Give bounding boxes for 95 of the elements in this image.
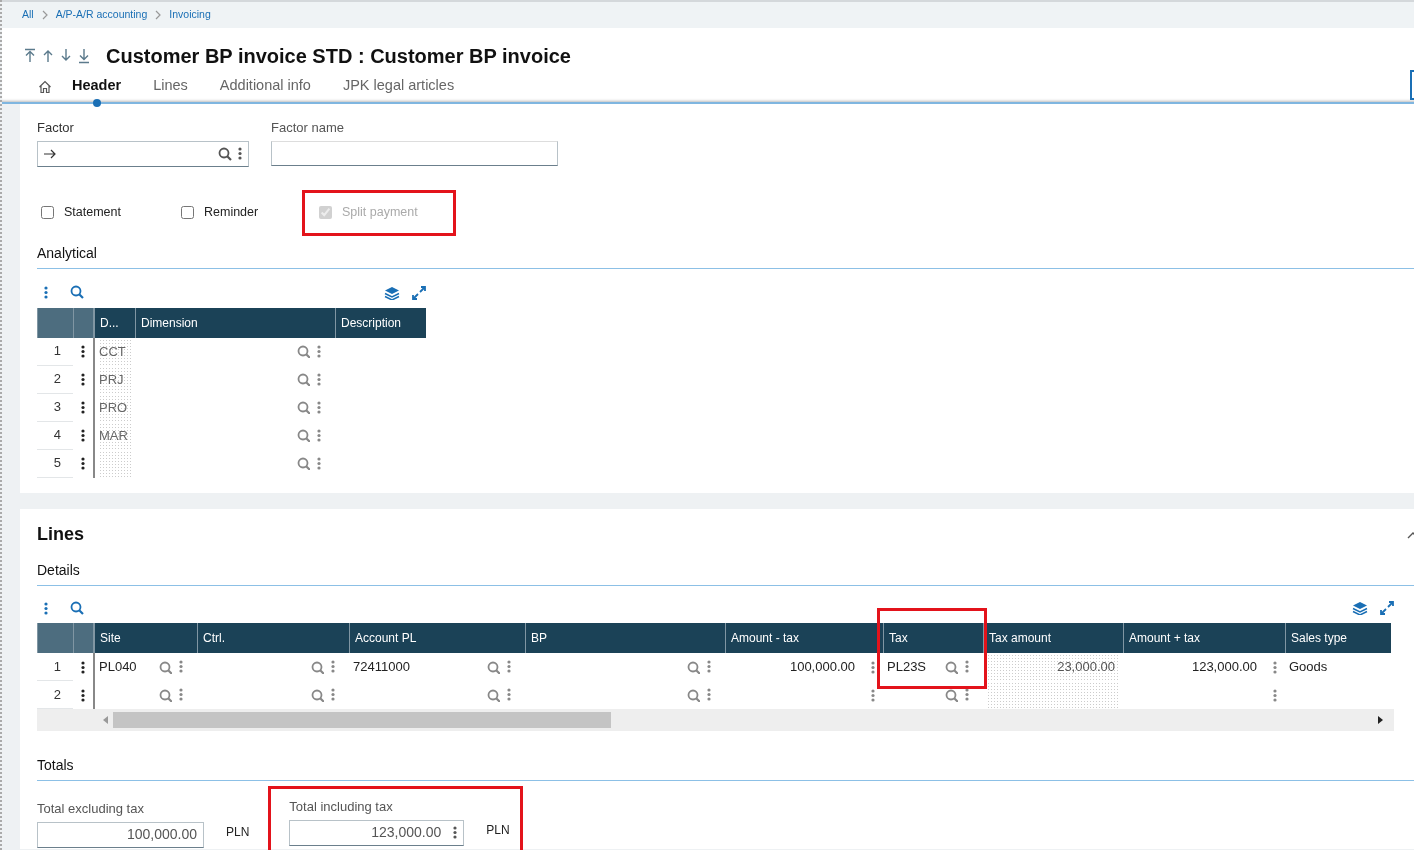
column-header[interactable]: D... xyxy=(93,307,135,338)
readonly-cell: CCT xyxy=(99,338,131,365)
readonly-cell: MAR xyxy=(99,422,131,449)
factor-field[interactable] xyxy=(37,140,249,167)
field-label: Total including tax xyxy=(289,798,394,816)
expand-icon[interactable] xyxy=(412,285,426,300)
more-icon[interactable] xyxy=(81,429,85,442)
column-header[interactable]: Sales type xyxy=(1285,623,1391,653)
scrollbar[interactable] xyxy=(37,709,1394,731)
row-number: 1 xyxy=(37,653,73,681)
row-number: 5 xyxy=(37,449,73,478)
field-label: Factor xyxy=(37,119,75,137)
section-title: Totals xyxy=(37,757,74,773)
chevron-right-icon xyxy=(155,10,162,20)
search-icon[interactable] xyxy=(297,345,310,358)
table-cell-text: 123,000.00 xyxy=(1191,658,1257,677)
search-icon[interactable] xyxy=(311,688,324,702)
column-header[interactable]: Ctrl. xyxy=(197,623,349,653)
tab[interactable]: Lines xyxy=(153,75,188,107)
breadcrumb-link[interactable]: Invoicing xyxy=(169,7,211,23)
checkbox[interactable] xyxy=(181,206,194,219)
tab[interactable]: Additional info xyxy=(219,75,311,107)
search-icon[interactable] xyxy=(159,660,172,674)
search-icon[interactable] xyxy=(297,457,310,470)
search-icon[interactable] xyxy=(159,688,172,702)
section-title: Analytical xyxy=(37,244,97,261)
column-header[interactable]: Account PL xyxy=(349,623,525,653)
last-record-icon[interactable] xyxy=(78,48,90,64)
factor-name-field[interactable] xyxy=(271,140,558,166)
section-heading: Lines xyxy=(37,523,85,546)
tab[interactable]: Header xyxy=(72,75,122,107)
checkbox-label: Statement xyxy=(64,204,121,222)
search-icon[interactable] xyxy=(70,600,85,616)
search-icon[interactable] xyxy=(945,660,958,674)
table-cell-text: PL23S xyxy=(887,658,927,677)
column-header[interactable]: Site xyxy=(93,623,197,653)
section-title: Details xyxy=(37,562,80,578)
home-icon[interactable] xyxy=(38,80,52,94)
up-arrow-icon[interactable] xyxy=(42,48,54,64)
first-record-icon[interactable] xyxy=(24,48,36,64)
row-number: 3 xyxy=(37,393,73,422)
breadcrumb-link[interactable]: A/P-A/R accounting xyxy=(55,7,148,23)
table-cell-text: Goods xyxy=(1289,658,1328,677)
tab[interactable]: JPK legal articles xyxy=(342,75,455,107)
search-icon[interactable] xyxy=(487,688,500,702)
more-icon[interactable] xyxy=(81,457,85,470)
layers-icon[interactable] xyxy=(1352,601,1368,615)
search-icon[interactable] xyxy=(945,688,958,702)
row-number: 2 xyxy=(37,365,73,394)
row-number: 1 xyxy=(37,337,73,366)
search-icon[interactable] xyxy=(70,285,85,300)
expand-icon[interactable] xyxy=(1380,601,1394,615)
more-icon[interactable] xyxy=(81,345,85,358)
field-label: Factor name xyxy=(271,119,345,137)
search-icon[interactable] xyxy=(218,146,232,161)
more-icon[interactable] xyxy=(453,826,458,839)
search-icon[interactable] xyxy=(311,660,324,674)
checkbox-label: Split payment xyxy=(342,204,418,222)
more-icon[interactable] xyxy=(81,373,85,386)
readonly-cell: PRJ xyxy=(99,366,131,393)
search-icon[interactable] xyxy=(487,660,500,674)
field-label: Total excluding tax xyxy=(37,800,145,818)
arrow-right-icon xyxy=(44,148,56,159)
column-header[interactable]: Dimension xyxy=(135,307,335,338)
checkbox[interactable] xyxy=(41,206,54,219)
more-icon[interactable] xyxy=(238,147,242,160)
column-header[interactable]: BP xyxy=(525,623,725,653)
column-header[interactable]: Tax xyxy=(883,623,983,653)
table-cell-text: 100,000.00 xyxy=(789,658,855,677)
row-number: 4 xyxy=(37,421,73,450)
field-value: 123,000.00 xyxy=(371,823,442,842)
readonly-cell: PRO xyxy=(99,394,131,421)
page-title: Customer BP invoice STD : Customer BP invoice xyxy=(106,44,571,68)
more-icon[interactable] xyxy=(81,401,85,414)
readonly-cell: 23,000.00 xyxy=(987,654,1119,680)
field-value: 100,000.00 xyxy=(126,825,197,844)
breadcrumb-link[interactable]: All xyxy=(22,7,34,23)
column-header[interactable]: Description xyxy=(335,307,426,338)
search-icon[interactable] xyxy=(297,401,310,414)
search-icon[interactable] xyxy=(297,429,310,442)
search-icon[interactable] xyxy=(297,373,310,386)
search-icon[interactable] xyxy=(687,688,700,702)
column-header[interactable]: Amount - tax xyxy=(725,623,883,653)
chevron-right-icon xyxy=(41,10,48,20)
column-header[interactable]: Tax amount xyxy=(983,623,1123,653)
table-cell-text: PL040 xyxy=(99,658,137,677)
layers-icon[interactable] xyxy=(384,285,400,300)
search-icon[interactable] xyxy=(687,660,700,674)
column-header[interactable]: Amount + tax xyxy=(1123,623,1285,653)
checkbox-label: Reminder xyxy=(204,204,259,222)
currency-label: PLN xyxy=(226,823,250,841)
more-icon[interactable] xyxy=(81,688,85,702)
currency-label: PLN xyxy=(486,821,510,839)
more-icon[interactable] xyxy=(81,660,85,674)
table-cell-text: 72411000 xyxy=(353,658,410,677)
